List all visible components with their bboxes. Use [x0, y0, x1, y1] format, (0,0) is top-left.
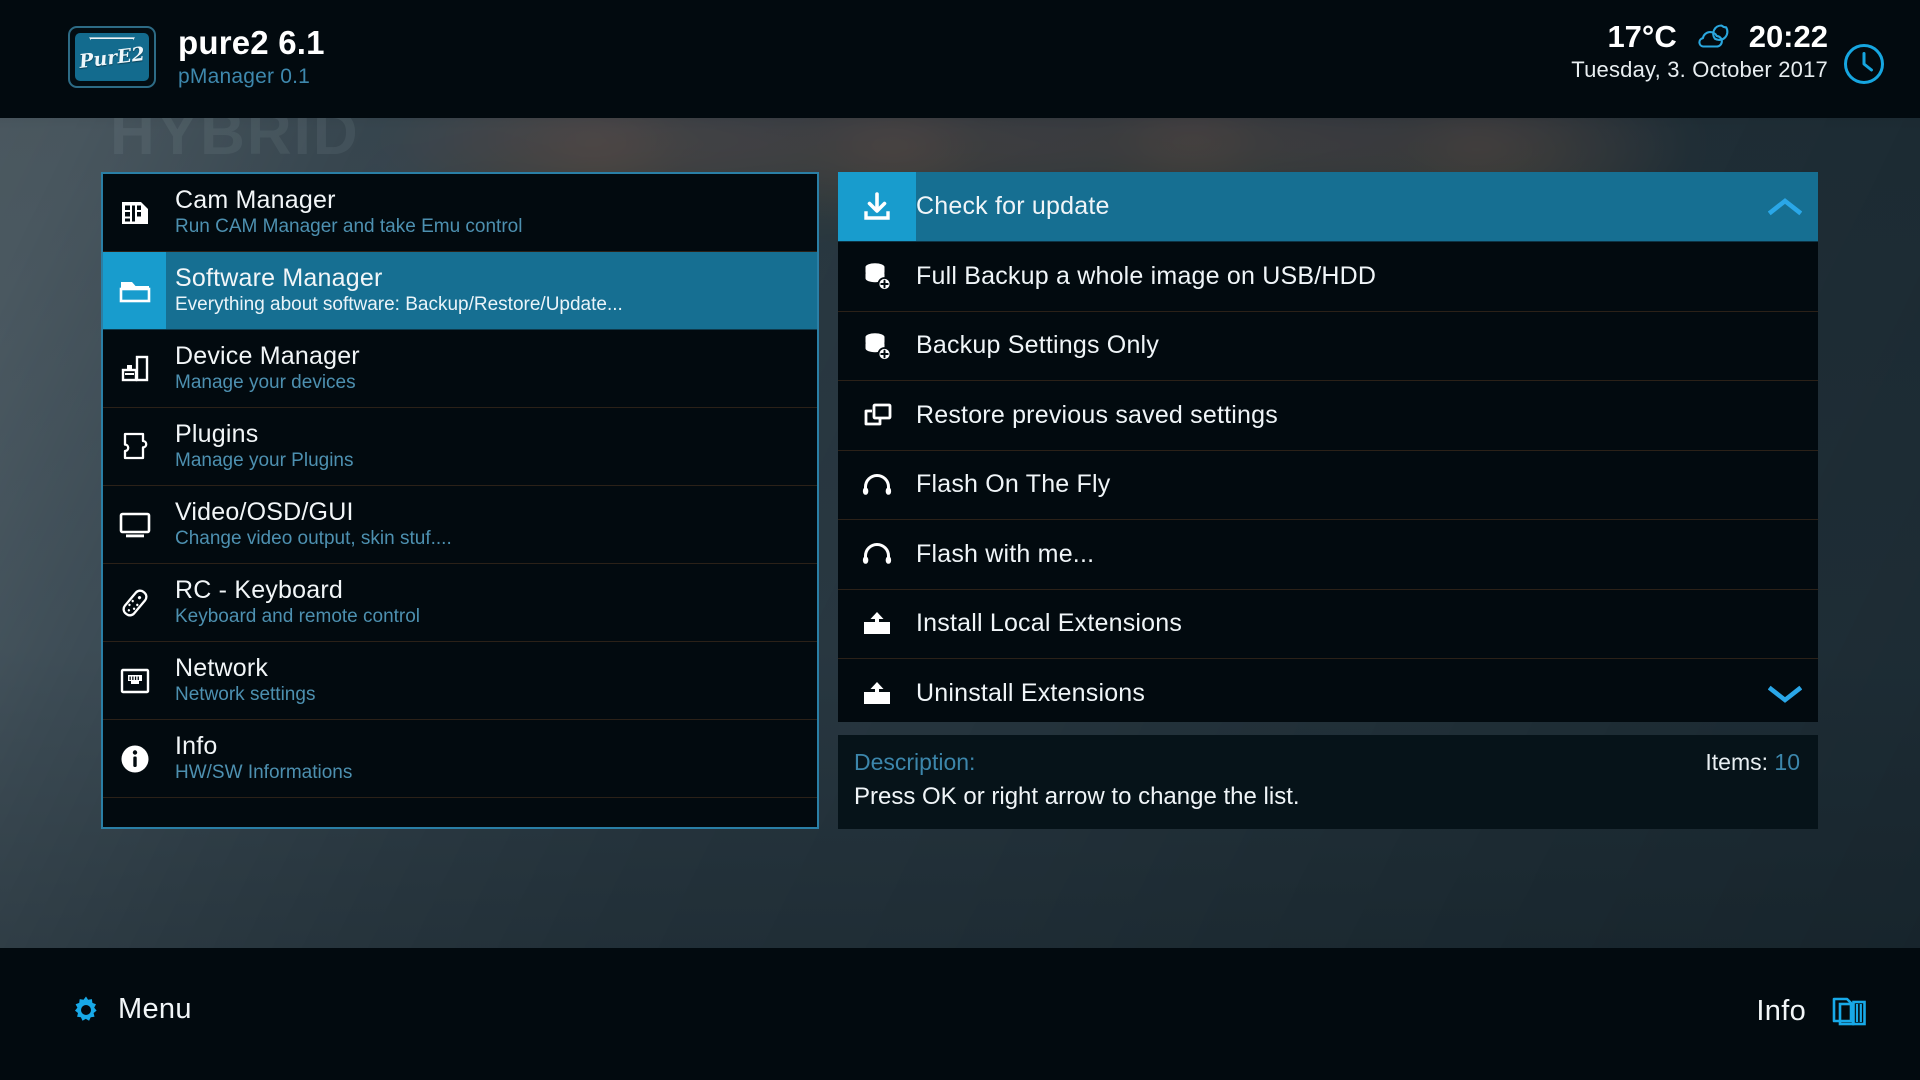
database-add-icon: [838, 312, 916, 381]
sidebar-item-subtitle: Manage your devices: [175, 372, 356, 394]
smartcard-icon: [103, 174, 166, 251]
items-counter-label: Items:: [1705, 749, 1769, 775]
list-item-restore-settings[interactable]: Restore previous saved settings: [838, 381, 1818, 451]
current-date: Tuesday, 3. October 2017: [1571, 57, 1828, 83]
header-branding: PurE2 pure2 6.1 pManager 0.1: [68, 24, 325, 89]
cloud-moon-icon: [1693, 22, 1733, 52]
footer-bar: Menu Info: [0, 948, 1920, 1080]
flash-icon: [838, 520, 916, 589]
restore-icon: [838, 381, 916, 450]
page-title: pure2 6.1: [178, 24, 325, 61]
clock-time: 20:22: [1748, 19, 1828, 54]
database-add-icon: [838, 242, 916, 311]
gear-icon: [70, 994, 102, 1026]
list-item-label: Check for update: [916, 192, 1110, 220]
sidebar-item-plugins[interactable]: Plugins Manage your Plugins: [103, 408, 817, 486]
sidebar-item-title: Software Manager: [175, 264, 383, 293]
list-item-label: Install Local Extensions: [916, 609, 1183, 638]
list-item-flash-with-me[interactable]: Flash with me...: [838, 520, 1818, 590]
sidebar-item-subtitle: Change video output, skin stuf....: [175, 528, 452, 550]
sidebar-item-title: Video/OSD/GUI: [175, 498, 354, 527]
sidebar-item-video-osd-gui[interactable]: Video/OSD/GUI Change video output, skin …: [103, 486, 817, 564]
list-item-full-backup[interactable]: Full Backup a whole image on USB/HDD: [838, 242, 1818, 312]
package-open-icon: [838, 590, 916, 659]
sidebar-item-info[interactable]: Info HW/SW Informations: [103, 720, 817, 798]
info-label: Info: [1756, 994, 1806, 1027]
monitor-icon: [103, 486, 166, 563]
sidebar-item-device-manager[interactable]: Device Manager Manage your devices: [103, 330, 817, 408]
sidebar-item-cam-manager[interactable]: Cam Manager Run CAM Manager and take Emu…: [103, 174, 817, 252]
description-label: Description:: [854, 749, 976, 775]
page-subtitle: pManager 0.1: [178, 64, 310, 88]
list-item-check-for-update[interactable]: Check for update: [838, 172, 1818, 242]
sidebar-item-title: Plugins: [175, 420, 259, 449]
header-bar: PurE2 pure2 6.1 pManager 0.1 17°C 20:22 …: [0, 0, 1920, 118]
chevron-down-icon[interactable]: [1768, 683, 1802, 705]
download-icon: [838, 172, 916, 241]
items-counter-value: 10: [1774, 749, 1800, 775]
list-item-label: Backup Settings Only: [916, 331, 1160, 360]
sidebar-item-subtitle: Manage your Plugins: [175, 450, 354, 472]
temperature-value: 17°C: [1607, 19, 1677, 54]
sidebar-item-title: Network: [175, 654, 269, 683]
puzzle-icon: [103, 408, 166, 485]
list-item-uninstall-extensions[interactable]: Uninstall Extensions: [838, 659, 1818, 722]
sidebar-panel: Cam Manager Run CAM Manager and take Emu…: [101, 172, 819, 829]
app-screen: HYBRID UNSERE GESCHICHTE PurE2 pure2 6.1…: [0, 0, 1920, 1080]
windows-stack-icon: [1826, 993, 1872, 1029]
list-item-label: Restore previous saved settings: [916, 400, 1278, 429]
list-item-install-local-extensions[interactable]: Install Local Extensions: [838, 589, 1818, 659]
list-item-flash-on-the-fly[interactable]: Flash On The Fly: [838, 450, 1818, 520]
sidebar-item-subtitle: HW/SW Informations: [175, 762, 353, 784]
description-text: Press OK or right arrow to change the li…: [854, 783, 1300, 810]
description-panel: Description: Items: 10 Press OK or right…: [838, 735, 1818, 829]
items-counter: Items: 10: [1705, 749, 1800, 776]
sidebar-item-title: Cam Manager: [175, 186, 336, 215]
remote-icon: [103, 564, 166, 641]
header-title-group: pure2 6.1 pManager 0.1: [178, 24, 325, 89]
sidebar-item-title: RC - Keyboard: [175, 576, 343, 605]
app-logo: PurE2: [68, 26, 156, 89]
folder-icon: [103, 252, 166, 329]
list-item-label: Full Backup a whole image on USB/HDD: [916, 261, 1377, 290]
sidebar-empty-space: [103, 798, 817, 827]
list-item-label: Uninstall Extensions: [916, 679, 1146, 708]
info-button[interactable]: Info: [1756, 993, 1872, 1029]
sidebar-item-subtitle: Keyboard and remote control: [175, 606, 421, 628]
ethernet-icon: [103, 642, 166, 719]
clock-icon[interactable]: [1842, 42, 1886, 86]
menu-label: Menu: [118, 993, 192, 1025]
sidebar-item-subtitle: Run CAM Manager and take Emu control: [175, 216, 523, 238]
sidebar-item-subtitle: Network settings: [175, 684, 316, 706]
sidebar-item-rc-keyboard[interactable]: RC - Keyboard Keyboard and remote contro…: [103, 564, 817, 642]
sidebar-item-software-manager[interactable]: Software Manager Everything about softwa…: [103, 252, 817, 330]
flash-icon: [838, 451, 916, 520]
header-status: 17°C 20:22 Tuesday, 3. October 2017: [1571, 19, 1886, 86]
main-list-panel: Check for update Full Backup a whole ima…: [838, 172, 1818, 722]
sidebar-item-title: Info: [175, 732, 218, 761]
info-icon: [103, 720, 166, 797]
main-stage: Cam Manager Run CAM Manager and take Emu…: [0, 118, 1920, 948]
package-open-icon: [838, 659, 916, 722]
sidebar-item-title: Device Manager: [175, 342, 360, 371]
menu-button[interactable]: Menu: [70, 993, 192, 1026]
sidebar-item-subtitle: Everything about software: Backup/Restor…: [175, 294, 623, 316]
list-item-label: Flash with me...: [916, 539, 1095, 568]
chevron-up-icon[interactable]: [1768, 196, 1802, 218]
list-item-label: Flash On The Fly: [916, 470, 1111, 499]
device-icon: [103, 330, 166, 407]
sidebar-item-network[interactable]: Network Network settings: [103, 642, 817, 720]
list-item-backup-settings-only[interactable]: Backup Settings Only: [838, 311, 1818, 381]
